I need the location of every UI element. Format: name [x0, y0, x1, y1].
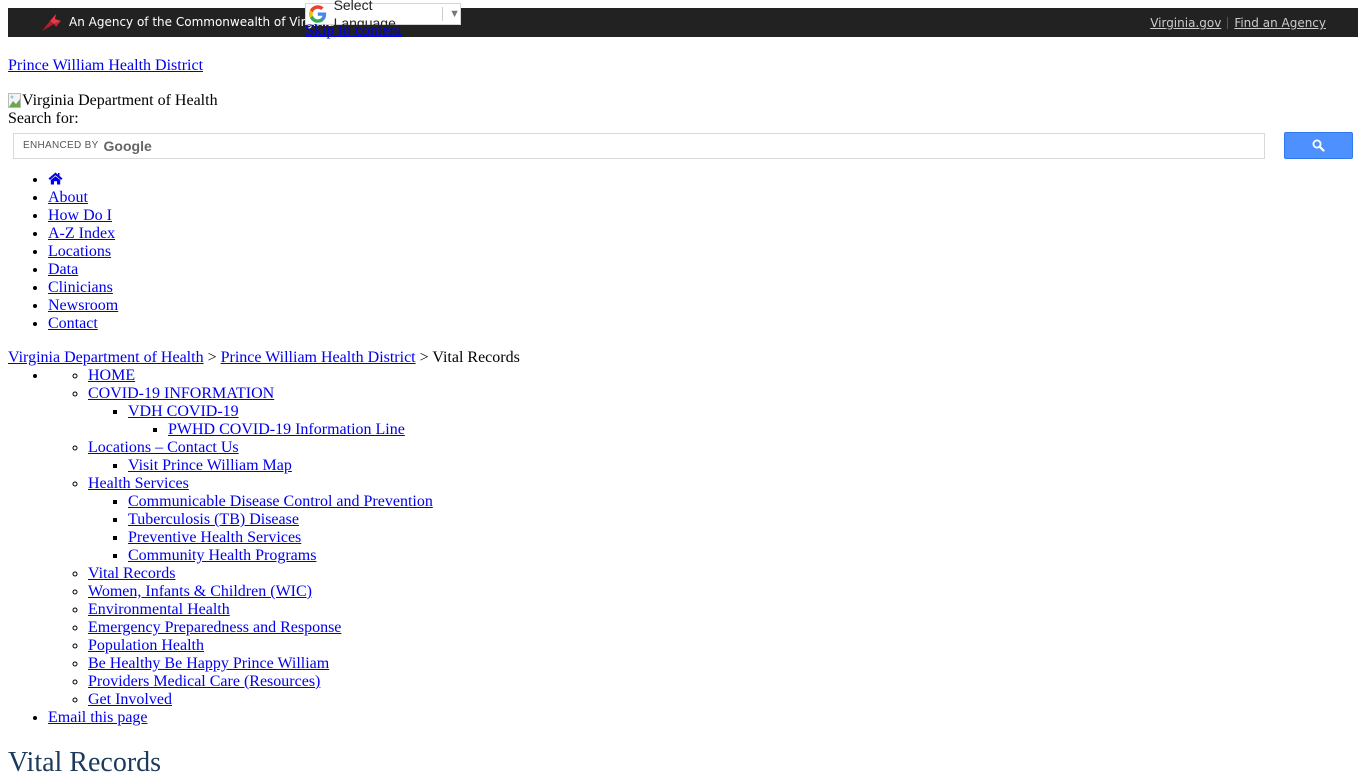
nav-contact-link[interactable]: Contact — [48, 315, 98, 332]
section-nav: HOME COVID-19 INFORMATION VDH COVID-19 P… — [8, 367, 1358, 727]
nav-item-contact: Contact — [48, 315, 1358, 333]
nav-clinicians-link[interactable]: Clinicians — [48, 279, 113, 296]
subnav-vdh-covid-link[interactable]: VDH COVID-19 — [128, 403, 239, 420]
google-g-icon — [309, 5, 327, 23]
home-icon — [48, 172, 63, 185]
cardinal-logo-icon — [42, 14, 61, 31]
link-divider — [1227, 17, 1229, 29]
subnav-item: Communicable Disease Control and Prevent… — [128, 493, 1358, 511]
vdh-logo-alt-text: Virginia Department of Health — [22, 92, 218, 109]
subnav-locations-children: Visit Prince William Map — [88, 457, 1358, 475]
breadcrumb-vdh-link[interactable]: Virginia Department of Health — [8, 349, 204, 366]
page-title: Vital Records — [8, 747, 162, 778]
subnav-health-services-link[interactable]: Health Services — [88, 475, 189, 492]
breadcrumb-separator: > — [207, 349, 217, 366]
subnav-tuberculosis-link[interactable]: Tuberculosis (TB) Disease — [128, 511, 299, 528]
nav-item-clinicians: Clinicians — [48, 279, 1358, 297]
subnav-item: Environmental Health — [88, 601, 1358, 619]
search-icon — [1312, 139, 1325, 152]
subnav-item: Vital Records — [88, 565, 1358, 583]
main-nav: About How Do I A-Z Index Locations Data … — [8, 171, 1358, 333]
subnav-item: PWHD COVID-19 Information Line — [168, 421, 1358, 439]
email-page-item: Email this page — [48, 709, 1358, 727]
search-label: Search for: — [8, 110, 79, 127]
nav-about-link[interactable]: About — [48, 189, 88, 206]
nav-data-link[interactable]: Data — [48, 261, 78, 278]
search-button[interactable] — [1284, 132, 1353, 159]
subnav-covid-link[interactable]: COVID-19 INFORMATION — [88, 385, 274, 402]
section-nav-group: HOME COVID-19 INFORMATION VDH COVID-19 P… — [48, 367, 1358, 709]
subnav-community-health-link[interactable]: Community Health Programs — [128, 547, 316, 564]
subnav-communicable-disease-link[interactable]: Communicable Disease Control and Prevent… — [128, 493, 433, 510]
subnav-item: COVID-19 INFORMATION VDH COVID-19 PWHD C… — [88, 385, 1358, 439]
dropdown-arrow-icon: ▼ — [449, 8, 460, 20]
search-input[interactable]: ENHANCED BY Google — [13, 133, 1265, 159]
district-home-link[interactable]: Prince William Health District — [8, 57, 203, 75]
subnav-item: Emergency Preparedness and Response — [88, 619, 1358, 637]
agency-text: An Agency of the Commonwealth of Virgini… — [69, 15, 335, 29]
subnav-health-services-children: Communicable Disease Control and Prevent… — [88, 493, 1358, 565]
skip-to-content-link[interactable]: Skip to content — [305, 22, 402, 40]
nav-item-az-index: A-Z Index — [48, 225, 1358, 243]
subnav-covid-children: VDH COVID-19 PWHD COVID-19 Information L… — [88, 403, 1358, 439]
vdh-logo[interactable]: Virginia Department of Health — [8, 92, 1358, 110]
section-nav-list: HOME COVID-19 INFORMATION VDH COVID-19 P… — [48, 367, 1358, 709]
subnav-item: Community Health Programs — [128, 547, 1358, 565]
nav-how-do-i-link[interactable]: How Do I — [48, 207, 112, 224]
find-agency-link[interactable]: Find an Agency — [1234, 16, 1326, 30]
subnav-locations-link[interactable]: Locations – Contact Us — [88, 439, 239, 456]
breadcrumb-current: Vital Records — [432, 349, 520, 366]
subnav-get-involved-link[interactable]: Get Involved — [88, 691, 172, 708]
subnav-item: Get Involved — [88, 691, 1358, 709]
subnav-providers-link[interactable]: Providers Medical Care (Resources) — [88, 673, 320, 690]
subnav-item: Providers Medical Care (Resources) — [88, 673, 1358, 691]
subnav-environmental-health-link[interactable]: Environmental Health — [88, 601, 230, 618]
search-bar: ENHANCED BY Google — [8, 128, 1358, 162]
subnav-wic-link[interactable]: Women, Infants & Children (WIC) — [88, 583, 312, 600]
breadcrumb-district-link[interactable]: Prince William Health District — [221, 349, 416, 366]
breadcrumb: Virginia Department of Health > Prince W… — [8, 349, 1358, 367]
page: An Agency of the Commonwealth of Virgini… — [0, 0, 1366, 779]
virginia-gov-link[interactable]: Virginia.gov — [1150, 16, 1221, 30]
broken-image-icon — [8, 93, 21, 108]
nav-az-index-link[interactable]: A-Z Index — [48, 225, 115, 242]
subnav-item: Tuberculosis (TB) Disease — [128, 511, 1358, 529]
breadcrumb-separator: > — [419, 349, 429, 366]
subnav-item: VDH COVID-19 PWHD COVID-19 Information L… — [128, 403, 1358, 439]
nav-item-home — [48, 171, 1358, 189]
nav-locations-link[interactable]: Locations — [48, 243, 111, 260]
google-wordmark: Google — [103, 138, 152, 154]
subnav-item: Visit Prince William Map — [128, 457, 1358, 475]
subnav-item: HOME — [88, 367, 1358, 385]
subnav-item: Population Health — [88, 637, 1358, 655]
agency-bar: An Agency of the Commonwealth of Virgini… — [8, 8, 1358, 37]
nav-item-how-do-i: How Do I — [48, 207, 1358, 225]
subnav-pwhd-covid-line-link[interactable]: PWHD COVID-19 Information Line — [168, 421, 405, 438]
subnav-visit-map-link[interactable]: Visit Prince William Map — [128, 457, 292, 474]
search-enhanced-by: ENHANCED BY — [23, 140, 99, 151]
subnav-vdh-covid-children: PWHD COVID-19 Information Line — [128, 421, 1358, 439]
language-select-divider — [442, 7, 444, 21]
agency-links: Virginia.gov Find an Agency — [1150, 16, 1326, 30]
nav-item-about: About — [48, 189, 1358, 207]
nav-item-data: Data — [48, 261, 1358, 279]
nav-newsroom-link[interactable]: Newsroom — [48, 297, 118, 314]
subnav-item: Preventive Health Services — [128, 529, 1358, 547]
email-this-page-link[interactable]: Email this page — [48, 709, 148, 726]
subnav-preventive-health-link[interactable]: Preventive Health Services — [128, 529, 301, 546]
subnav-item: Health Services Communicable Disease Con… — [88, 475, 1358, 565]
subnav-population-health-link[interactable]: Population Health — [88, 637, 204, 654]
subnav-be-healthy-link[interactable]: Be Healthy Be Happy Prince William — [88, 655, 329, 672]
nav-item-newsroom: Newsroom — [48, 297, 1358, 315]
subnav-item: Women, Infants & Children (WIC) — [88, 583, 1358, 601]
nav-item-locations: Locations — [48, 243, 1358, 261]
subnav-home-link[interactable]: HOME — [88, 367, 135, 384]
subnav-vital-records-link[interactable]: Vital Records — [88, 565, 175, 582]
nav-home-link[interactable] — [48, 171, 63, 188]
subnav-emergency-preparedness-link[interactable]: Emergency Preparedness and Response — [88, 619, 341, 636]
subnav-item: Be Healthy Be Happy Prince William — [88, 655, 1358, 673]
subnav-item: Locations – Contact Us Visit Prince Will… — [88, 439, 1358, 475]
